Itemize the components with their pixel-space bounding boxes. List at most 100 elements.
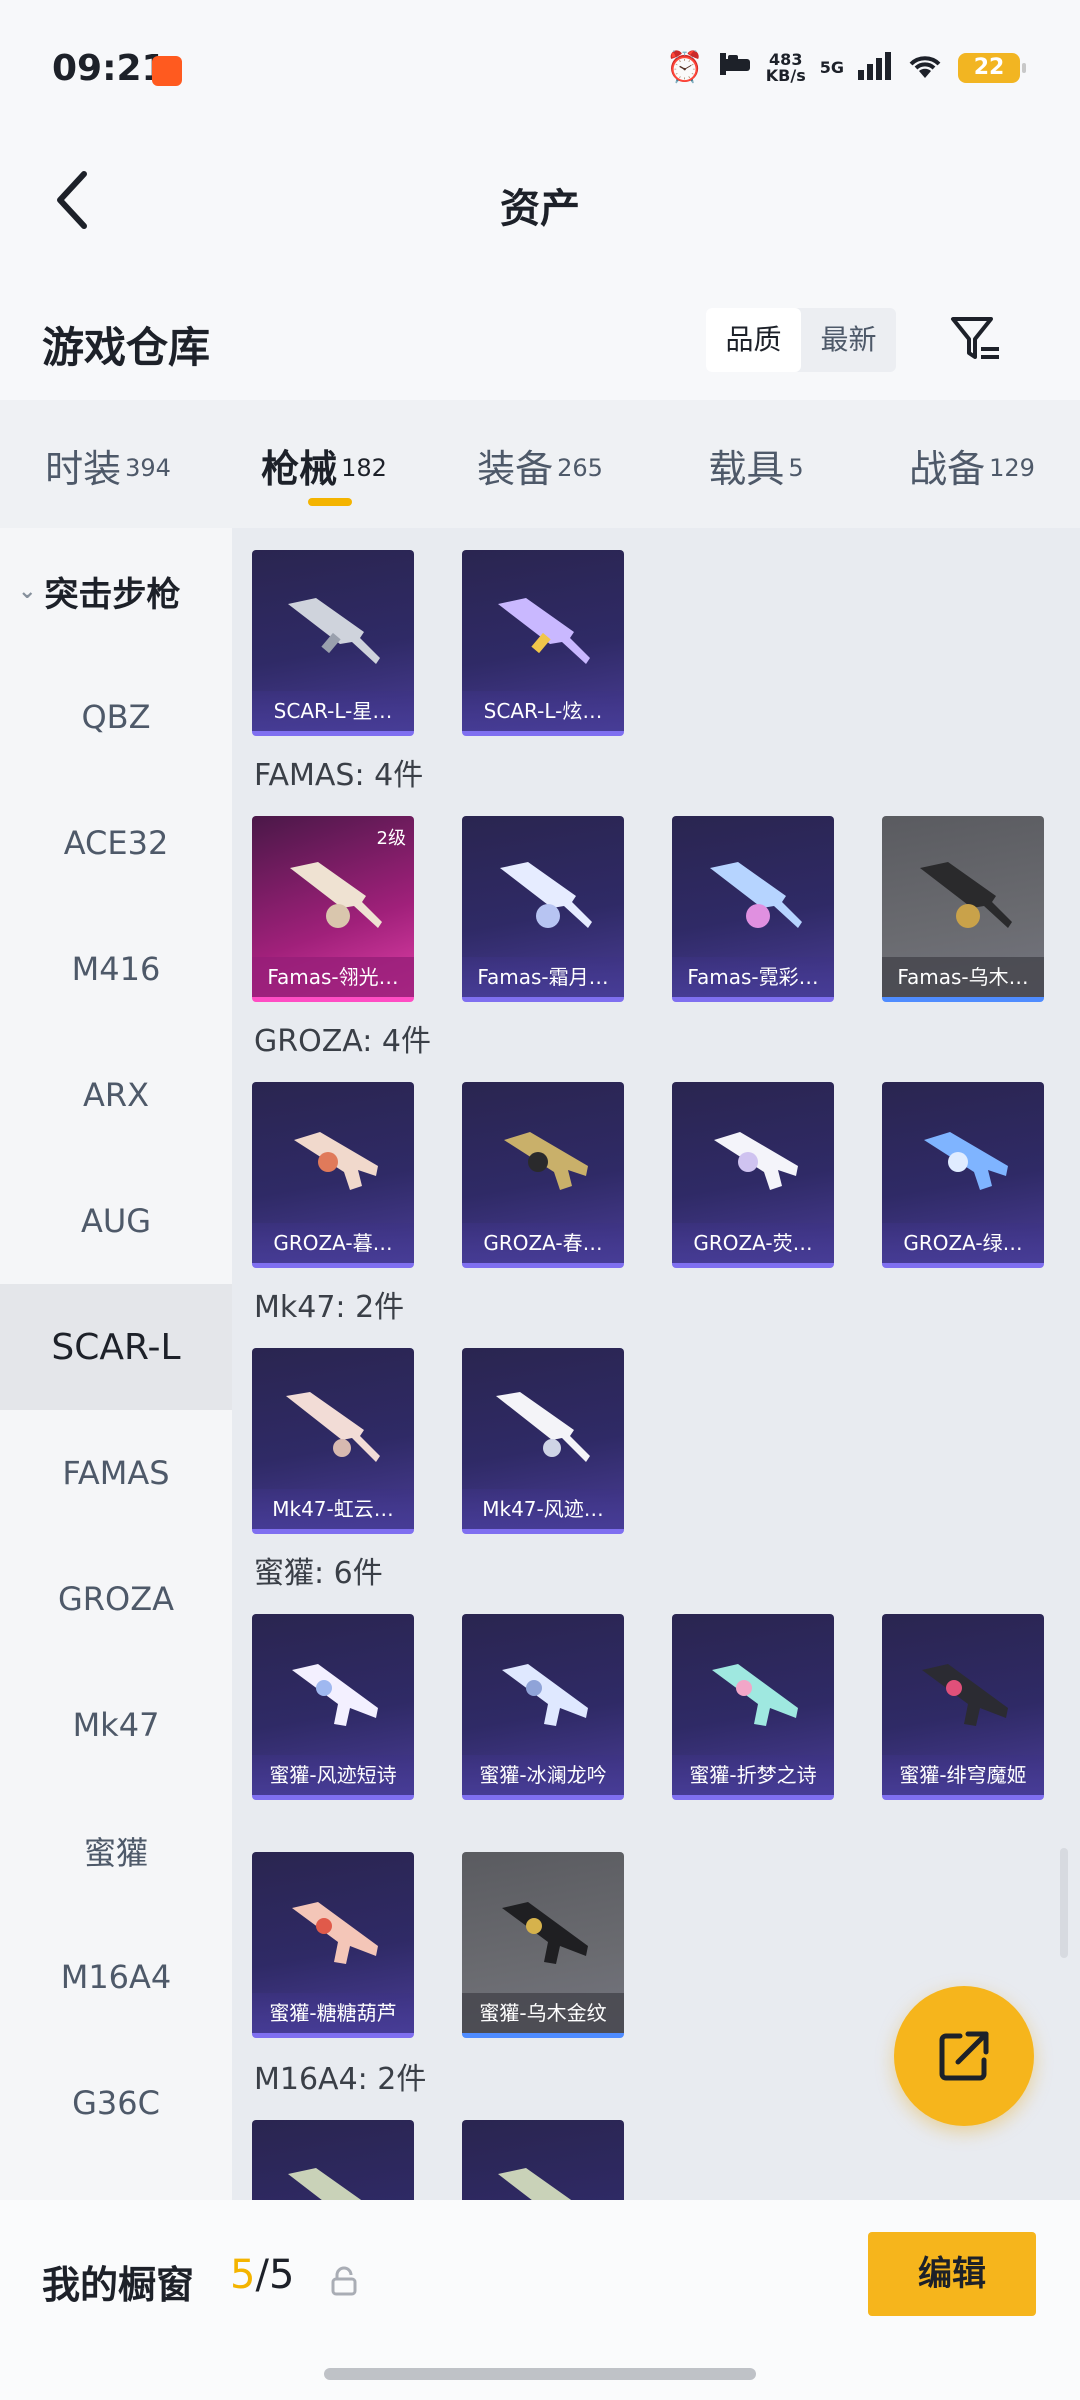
status-time: 09:21: [52, 48, 167, 89]
skin-card[interactable]: GROZA-暮…: [252, 1082, 414, 1268]
skin-card[interactable]: [462, 2120, 624, 2200]
skin-card[interactable]: Famas-霜月…: [462, 816, 624, 1002]
bed-icon: [718, 50, 752, 85]
skin-name: Famas-霓彩…: [672, 957, 834, 997]
share-button[interactable]: [894, 1986, 1034, 2126]
tab-label: 枪械: [261, 447, 338, 491]
skin-card[interactable]: 2级 Famas-翎光…: [252, 816, 414, 1002]
filter-icon: [951, 317, 999, 359]
edit-button[interactable]: 编辑: [868, 2232, 1036, 2316]
sidebar-item-m16a4[interactable]: M16A4: [0, 1914, 232, 2040]
scrollbar[interactable]: [1060, 1848, 1068, 1958]
tab-count: 129: [989, 453, 1035, 482]
sidebar-group-label: 突击步枪: [44, 574, 181, 615]
wifi-icon: [906, 52, 944, 84]
sort-quality-button[interactable]: 品质: [706, 308, 801, 372]
sidebar-item-honey-badger[interactable]: 蜜獾: [0, 1788, 232, 1914]
skin-card[interactable]: Famas-乌木…: [882, 816, 1044, 1002]
skin-card[interactable]: Mk47-虹云…: [252, 1348, 414, 1534]
rifle-icon: [498, 598, 590, 664]
sidebar-item-arx[interactable]: ARX: [0, 1032, 232, 1158]
section-title-groza: GROZA: 4件: [254, 1024, 431, 1059]
rifle-icon: [292, 1664, 378, 1726]
alarm-icon: ⏰: [666, 50, 704, 85]
skin-card[interactable]: 蜜獾-糖糖葫芦: [252, 1852, 414, 2038]
skin-name: 蜜獾-糖糖葫芦: [252, 1993, 414, 2033]
sidebar-item-qbz[interactable]: QBZ: [0, 654, 232, 780]
skin-name: 蜜獾-冰澜龙吟: [462, 1755, 624, 1795]
network-type: 5G: [819, 58, 844, 77]
skin-grid: SCAR-L-星… SCAR-L-炫… FAMAS: 4件 2级 Famas-翎…: [232, 528, 1080, 2200]
sidebar-item-g36c[interactable]: G36C: [0, 2040, 232, 2166]
rifle-icon: [288, 598, 380, 664]
tab-label: 战备: [909, 447, 986, 491]
warehouse-title: 游戏仓库: [42, 323, 211, 372]
sidebar-item-mk47[interactable]: Mk47: [0, 1662, 232, 1788]
skin-card[interactable]: 蜜獾-乌木金纹: [462, 1852, 624, 2038]
category-tabs: 时装 394 枪械 182 装备 265 载具 5 战备 129: [0, 400, 1080, 528]
top-nav: 资产: [0, 140, 1080, 260]
tab-vehicles[interactable]: 载具 5: [648, 400, 864, 528]
sort-newest-button[interactable]: 最新: [801, 308, 896, 372]
sidebar-item-famas[interactable]: FAMAS: [0, 1410, 232, 1536]
rifle-icon: [922, 1664, 1008, 1726]
skin-name: Mk47-风迹…: [462, 1489, 624, 1529]
skin-card[interactable]: GROZA-荧…: [672, 1082, 834, 1268]
sidebar-item-scar-l[interactable]: SCAR-L: [0, 1284, 232, 1410]
skin-name: Mk47-虹云…: [252, 1489, 414, 1529]
skin-card[interactable]: GROZA-春…: [462, 1082, 624, 1268]
home-indicator[interactable]: [324, 2368, 756, 2380]
status-bar: 09:21 ⏰ 483 KB/s 5G 22: [0, 0, 1080, 140]
skin-card[interactable]: 蜜獾-风迹短诗: [252, 1614, 414, 1800]
skin-name: 蜜獾-风迹短诗: [252, 1755, 414, 1795]
skin-card[interactable]: [252, 2120, 414, 2200]
tab-equipment[interactable]: 装备 265: [432, 400, 648, 528]
rifle-icon: [714, 1132, 798, 1190]
showcase-current: 5: [230, 2252, 256, 2298]
rifle-icon: [502, 1664, 588, 1726]
status-icons: ⏰ 483 KB/s 5G 22: [666, 50, 1026, 85]
battery-icon: 22: [958, 52, 1026, 83]
skin-card[interactable]: Mk47-风迹…: [462, 1348, 624, 1534]
sidebar-item-ace32[interactable]: ACE32: [0, 780, 232, 906]
sidebar-item-aug[interactable]: AUG: [0, 1158, 232, 1284]
skin-name: SCAR-L-炫…: [462, 691, 624, 731]
section-title-m16a4: M16A4: 2件: [254, 2062, 427, 2097]
rifle-icon: [924, 1132, 1008, 1190]
skin-card[interactable]: 蜜獾-绯穹魔姬: [882, 1614, 1044, 1800]
sidebar-item-groza[interactable]: GROZA: [0, 1536, 232, 1662]
sidebar-group-assault-rifles[interactable]: ⌄ 突击步枪: [0, 528, 232, 654]
tab-count: 394: [125, 453, 171, 482]
skin-name: 蜜獾-折梦之诗: [672, 1755, 834, 1795]
chevron-down-icon: ⌄: [18, 578, 37, 604]
rifle-icon: [290, 862, 382, 928]
showcase-total: 5: [268, 2252, 295, 2298]
tab-firearms[interactable]: 枪械 182: [216, 400, 432, 528]
tab-tactical[interactable]: 战备 129: [864, 400, 1080, 528]
skin-card[interactable]: GROZA-绿…: [882, 1082, 1044, 1268]
rifle-icon: [496, 1392, 590, 1462]
showcase-separator: /: [255, 2252, 269, 2298]
warehouse-header: 游戏仓库 品质 最新: [0, 260, 1080, 400]
filter-button[interactable]: [940, 304, 1010, 374]
skin-name: Famas-乌木…: [882, 957, 1044, 997]
tab-label: 时装: [45, 447, 122, 491]
skin-card[interactable]: 蜜獾-冰澜龙吟: [462, 1614, 624, 1800]
tab-fashion[interactable]: 时装 394: [0, 400, 216, 528]
level-badge: 2级: [376, 828, 406, 849]
skin-card[interactable]: SCAR-L-炫…: [462, 550, 624, 736]
tab-label: 载具: [708, 447, 785, 491]
share-icon: [939, 2031, 989, 2081]
network-speed-unit: KB/s: [765, 65, 806, 85]
skin-card[interactable]: Famas-霓彩…: [672, 816, 834, 1002]
rifle-icon: [502, 1902, 588, 1964]
rifle-icon: [504, 1132, 588, 1190]
rifle-icon: [294, 1132, 378, 1190]
rifle-icon: [292, 1902, 378, 1964]
skin-card[interactable]: 蜜獾-折梦之诗: [672, 1614, 834, 1800]
skin-name: SCAR-L-星…: [252, 691, 414, 731]
tab-count: 265: [557, 453, 603, 482]
sidebar-item-m416[interactable]: M416: [0, 906, 232, 1032]
skin-card[interactable]: SCAR-L-星…: [252, 550, 414, 736]
tab-count: 182: [341, 453, 387, 482]
